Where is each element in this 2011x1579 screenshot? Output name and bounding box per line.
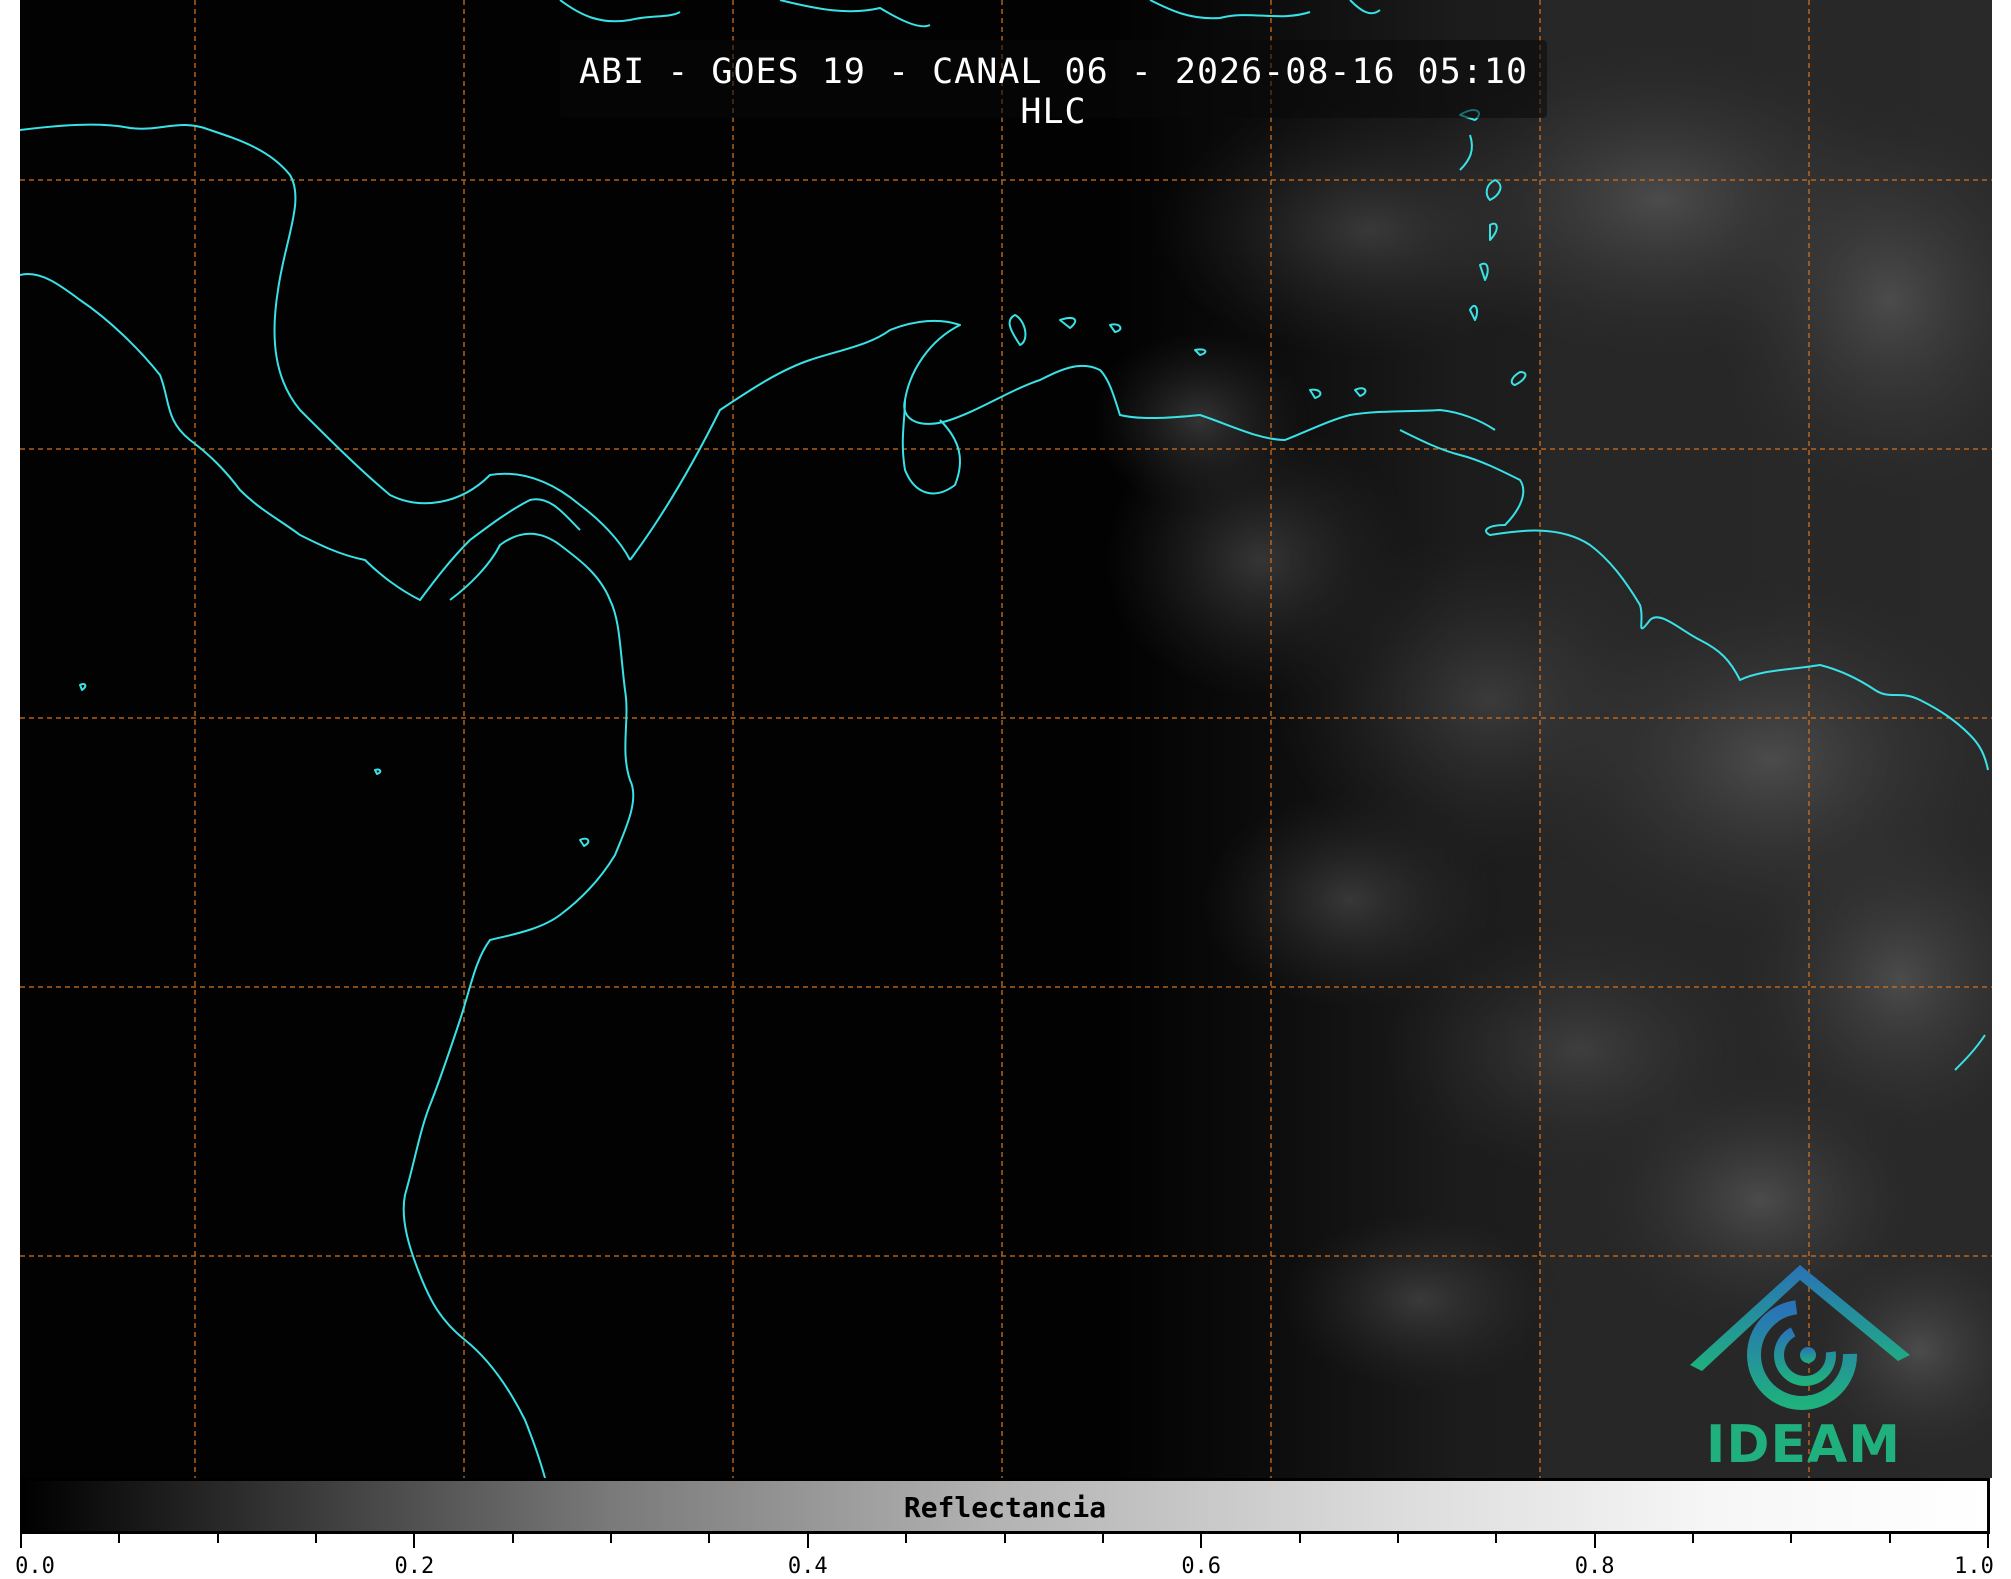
colorbar-minor-tick [1396,1534,1399,1543]
colorbar-tick-label: 0.8 [1574,1554,1615,1579]
colorbar-ticks: 0.0 0.2 0.4 0.6 0.8 1.0 [0,1534,2011,1579]
colorbar-label: Reflectancia [903,1491,1107,1524]
colorbar-tick-label: 0.4 [787,1554,828,1579]
colorbar-minor-tick [1790,1534,1793,1543]
colorbar-minor-tick [1298,1534,1301,1543]
colorbar-minor-tick [511,1534,514,1543]
colorbar-minor-tick [905,1534,908,1543]
colorbar-minor-tick [1495,1534,1498,1543]
colorbar-major-tick [20,1534,22,1548]
colorbar-minor-tick [1101,1534,1104,1543]
colorbar-tick-label: 0.0 [15,1554,55,1579]
satellite-map: ABI - GOES 19 - CANAL 06 - 2026-08-16 05… [20,0,1992,1478]
colorbar-major-tick [1200,1534,1203,1548]
colorbar: Reflectancia [20,1478,1990,1534]
colorbar-tick-label: 0.6 [1181,1554,1222,1579]
colorbar-minor-tick [610,1534,613,1543]
colorbar-minor-tick [708,1534,711,1543]
colorbar-minor-tick [1691,1534,1694,1543]
colorbar-major-tick [1593,1534,1596,1548]
colorbar-minor-tick [1888,1534,1891,1543]
colorbar-major-tick [1987,1534,1989,1548]
ideam-logo-icon [1690,1265,1910,1410]
colorbar-minor-tick [1003,1534,1006,1543]
colorbar-minor-tick [118,1534,121,1543]
colorbar-tick-label: 1.0 [1954,1554,1994,1579]
map-title: ABI - GOES 19 - CANAL 06 - 2026-08-16 05… [578,52,1529,132]
colorbar-minor-tick [216,1534,219,1543]
colorbar-minor-tick [315,1534,318,1543]
ideam-logo: IDEAM [1680,1255,1920,1475]
ideam-logo-text: IDEAM [1706,1415,1902,1475]
colorbar-tick-label: 0.2 [394,1554,435,1579]
title-box: ABI - GOES 19 - CANAL 06 - 2026-08-16 05… [560,40,1547,132]
colorbar-major-tick [413,1534,416,1548]
colorbar-major-tick [806,1534,809,1548]
